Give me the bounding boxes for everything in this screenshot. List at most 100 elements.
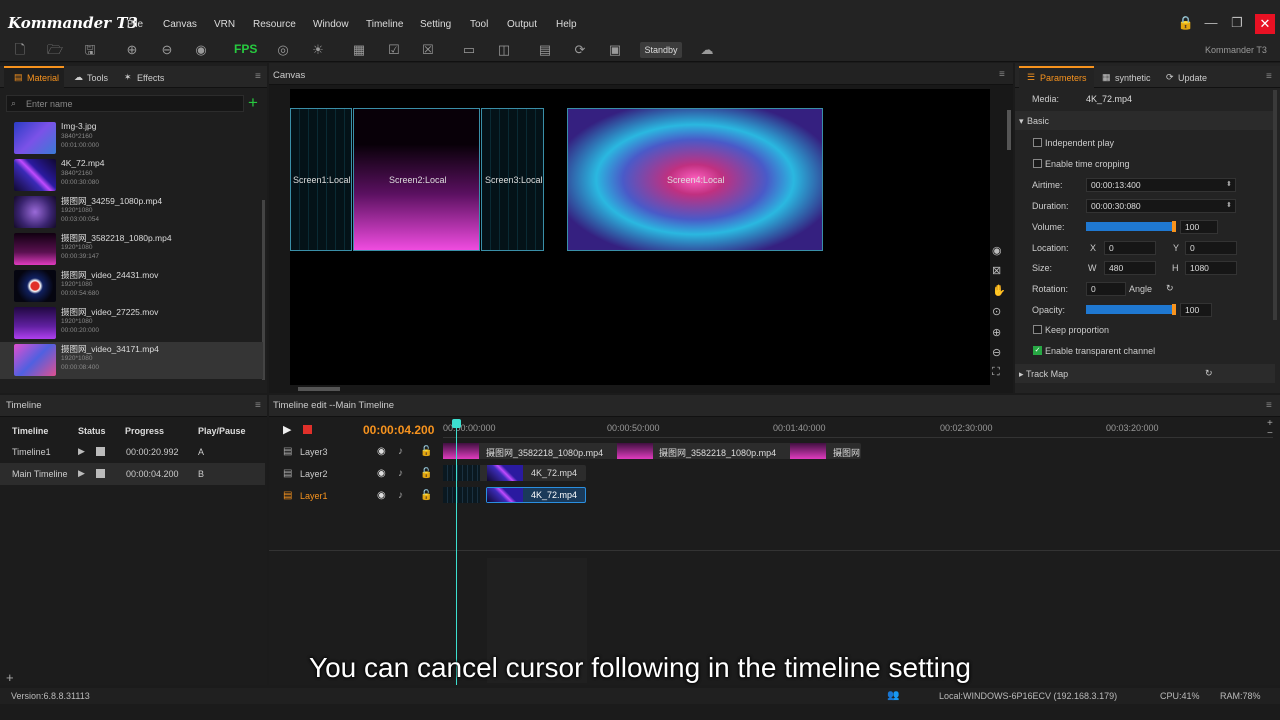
media-item[interactable]: 4K_72.mp4 3840*2160 00:00:30:080 bbox=[0, 157, 263, 194]
stop-timeline-icon[interactable] bbox=[303, 425, 312, 434]
fit-icon[interactable]: ⊠ bbox=[992, 264, 1001, 277]
location-y-field[interactable]: 0 bbox=[1185, 241, 1237, 255]
size-w-field[interactable]: 480 bbox=[1104, 261, 1156, 275]
target-icon[interactable]: ◉ bbox=[191, 40, 211, 60]
zoom-in-canvas-icon[interactable]: ⊕ bbox=[992, 326, 1001, 339]
parameters-scrollbar[interactable] bbox=[1273, 90, 1277, 320]
size-h-field[interactable]: 1080 bbox=[1185, 261, 1237, 275]
standby-button[interactable]: Standby bbox=[640, 42, 682, 58]
transparent-channel-checkbox[interactable]: ✓ bbox=[1033, 346, 1042, 355]
layer-audio-icon[interactable]: ♪ bbox=[398, 468, 403, 479]
screen-close-icon[interactable]: ☒ bbox=[418, 40, 438, 60]
menu-timeline[interactable]: Timeline bbox=[366, 19, 403, 30]
close-icon[interactable]: ✕ bbox=[1255, 14, 1275, 34]
layer-visible-icon[interactable]: ◉ bbox=[377, 446, 386, 457]
screen-check-icon[interactable]: ☑ bbox=[384, 40, 404, 60]
menu-setting[interactable]: Setting bbox=[420, 19, 451, 30]
independent-play-checkbox[interactable] bbox=[1033, 138, 1042, 147]
clip-label[interactable]: 4K_72.mp4 bbox=[531, 468, 577, 478]
media-item[interactable]: 摄图网_video_24431.mov 1920*1080 00:00:54:6… bbox=[0, 268, 263, 305]
playhead-line[interactable] bbox=[456, 420, 457, 685]
stop-icon[interactable] bbox=[96, 447, 105, 456]
menu-output[interactable]: Output bbox=[507, 19, 537, 30]
save-icon[interactable]: 🖫 bbox=[80, 40, 100, 60]
tab-update[interactable]: Update bbox=[1178, 73, 1207, 83]
fullscreen-icon[interactable]: ⛶ bbox=[992, 366, 1000, 379]
menu-window[interactable]: Window bbox=[313, 19, 349, 30]
users-icon[interactable]: 👥 bbox=[887, 690, 899, 701]
layer-name-active[interactable]: Layer1 bbox=[300, 491, 328, 501]
airtime-spinner-icon[interactable]: ⬍ bbox=[1226, 180, 1232, 188]
parameters-menu-icon[interactable]: ≡ bbox=[1266, 71, 1272, 82]
location-x-field[interactable]: 0 bbox=[1104, 241, 1156, 255]
volume-field[interactable]: 100 bbox=[1180, 220, 1218, 234]
keep-proportion-checkbox[interactable] bbox=[1033, 325, 1042, 334]
basic-section-header[interactable] bbox=[1015, 111, 1275, 130]
brightness-icon[interactable]: ☀ bbox=[308, 40, 328, 60]
fps-toggle[interactable]: FPS bbox=[234, 42, 257, 56]
zoom-in-icon[interactable]: ⊕ bbox=[122, 40, 142, 60]
airtime-field[interactable]: 00:00:13:400 bbox=[1086, 178, 1236, 192]
opacity-field[interactable]: 100 bbox=[1180, 303, 1212, 317]
media-item[interactable]: Img-3.jpg 3840*2160 00:01:00:000 bbox=[0, 120, 263, 157]
tab-effects[interactable]: Effects bbox=[137, 73, 164, 83]
layer-visible-icon[interactable]: ◉ bbox=[377, 468, 386, 479]
menu-vrn[interactable]: VRN bbox=[214, 19, 235, 30]
timeline-list-menu-icon[interactable]: ≡ bbox=[255, 400, 261, 411]
lock-icon[interactable]: 🔒 bbox=[1177, 14, 1195, 32]
menu-resource[interactable]: Resource bbox=[253, 19, 296, 30]
canvas-menu-icon[interactable]: ≡ bbox=[999, 69, 1005, 80]
stop-icon[interactable] bbox=[96, 469, 105, 478]
layer-name[interactable]: Layer3 bbox=[300, 447, 328, 457]
tab-tools[interactable]: Tools bbox=[87, 73, 108, 83]
media-item[interactable]: 摄图网_34259_1080p.mp4 1920*1080 00:03:00:0… bbox=[0, 194, 263, 231]
locate-icon[interactable]: ⊙ bbox=[992, 305, 1001, 318]
restore-icon[interactable]: ❐ bbox=[1228, 14, 1246, 32]
add-material-icon[interactable]: + bbox=[248, 93, 258, 113]
layer-lock-icon[interactable]: 🔓 bbox=[420, 446, 432, 457]
media-item[interactable]: 摄图网_3582218_1080p.mp4 1920*1080 00:00:39… bbox=[0, 231, 263, 268]
window-icon[interactable]: ▣ bbox=[605, 40, 625, 60]
media-item[interactable]: 摄图网_video_27225.mov 1920*1080 00:00:20:0… bbox=[0, 305, 263, 342]
cloud-icon[interactable]: ☁ bbox=[697, 40, 717, 60]
duration-spinner-icon[interactable]: ⬍ bbox=[1226, 201, 1232, 209]
layer-audio-icon[interactable]: ♪ bbox=[398, 446, 403, 457]
canvas-v-scrollbar[interactable] bbox=[1007, 110, 1011, 150]
refresh-icon[interactable]: ⟳ bbox=[570, 40, 590, 60]
menu-help[interactable]: Help bbox=[556, 19, 577, 30]
monitor-icon[interactable]: ▭ bbox=[459, 40, 479, 60]
media-item-selected[interactable]: 摄图网_video_34171.mp4 1920*1080 00:00:08:4… bbox=[0, 342, 263, 379]
play-timeline-icon[interactable]: ▶ bbox=[283, 423, 291, 436]
playhead-handle[interactable] bbox=[452, 419, 461, 428]
volume-slider[interactable] bbox=[1086, 222, 1174, 231]
panel-menu-icon[interactable]: ≡ bbox=[255, 71, 261, 82]
layer-name[interactable]: Layer2 bbox=[300, 469, 328, 479]
opacity-slider-handle[interactable] bbox=[1172, 304, 1176, 315]
track-map-refresh-icon[interactable]: ↻ bbox=[1205, 368, 1213, 379]
clip-label[interactable]: 摄图网 bbox=[833, 446, 860, 459]
zoom-timeline-out-icon[interactable]: − bbox=[1267, 428, 1273, 439]
reset-rotation-icon[interactable]: ↻ bbox=[1166, 283, 1174, 294]
rotation-field[interactable]: 0 bbox=[1086, 282, 1126, 296]
tab-synthetic[interactable]: synthetic bbox=[1115, 73, 1151, 83]
menu-file[interactable]: File bbox=[127, 19, 143, 30]
minimize-icon[interactable]: — bbox=[1202, 14, 1220, 32]
layer-audio-icon[interactable]: ♪ bbox=[398, 490, 403, 501]
open-folder-icon[interactable]: 🗁 bbox=[45, 40, 65, 60]
timeline-edit-menu-icon[interactable]: ≡ bbox=[1266, 400, 1272, 411]
monitor-eye-icon[interactable]: ◫ bbox=[494, 40, 514, 60]
volume-slider-handle[interactable] bbox=[1172, 221, 1176, 232]
layer-visible-icon[interactable]: ◉ bbox=[377, 490, 386, 501]
zoom-out-icon[interactable]: ⊖ bbox=[157, 40, 177, 60]
eye-icon[interactable]: ◉ bbox=[992, 244, 1002, 257]
time-cropping-checkbox[interactable] bbox=[1033, 159, 1042, 168]
play-icon[interactable]: ▶ bbox=[78, 468, 85, 479]
play-icon[interactable]: ▶ bbox=[78, 446, 85, 457]
new-file-icon[interactable]: 🗋 bbox=[10, 40, 30, 60]
clip-label[interactable]: 4K_72.mp4 bbox=[531, 490, 577, 500]
zoom-out-canvas-icon[interactable]: ⊖ bbox=[992, 346, 1001, 359]
layer-lock-icon[interactable]: 🔓 bbox=[420, 490, 432, 501]
duration-field[interactable]: 00:00:30:080 bbox=[1086, 199, 1236, 213]
grid-icon[interactable]: ▦ bbox=[349, 40, 369, 60]
hand-icon[interactable]: ✋ bbox=[992, 284, 1006, 297]
